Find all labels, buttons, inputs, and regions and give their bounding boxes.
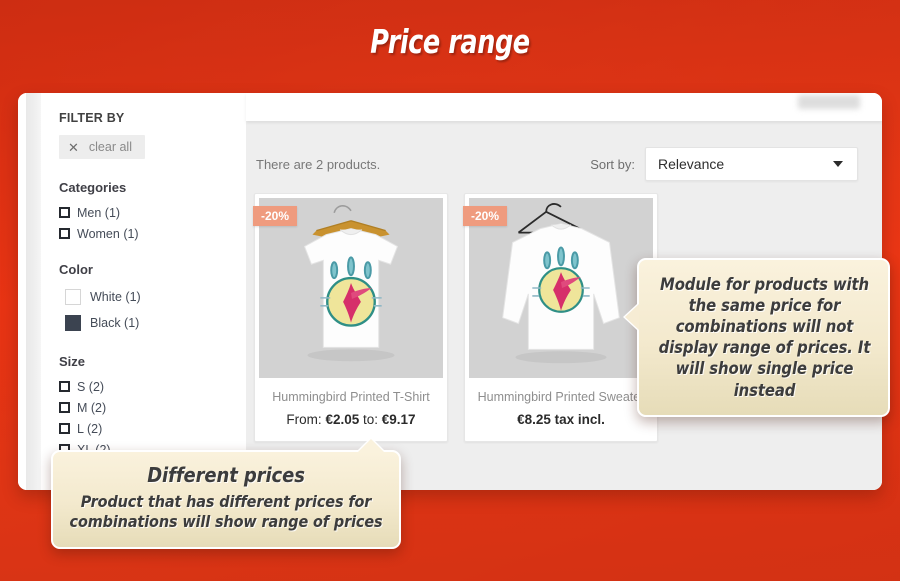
panel-left-edge xyxy=(18,93,26,490)
price-to: €9.17 xyxy=(381,412,416,427)
facet-title-categories: Categories xyxy=(59,180,127,195)
discount-badge: -20% xyxy=(253,206,298,226)
callout-tail-icon xyxy=(625,304,639,330)
facet-option-label: Black (1) xyxy=(90,316,140,330)
color-swatch-white-icon[interactable] xyxy=(65,289,81,305)
facet-option-label: M (2) xyxy=(77,400,107,415)
callout-text: Module for products with the same price … xyxy=(658,275,871,400)
price-from: €8.25 xyxy=(517,412,551,427)
callout-title: Different prices xyxy=(147,463,305,487)
facet-option-women[interactable]: Women (1) xyxy=(59,223,232,244)
facet-option-label: Men (1) xyxy=(77,205,121,220)
checkbox-icon[interactable] xyxy=(59,402,70,413)
page-title: Price range xyxy=(370,22,530,61)
price-middle: tax incl. xyxy=(554,412,605,427)
product-count: There are 2 products. xyxy=(256,156,381,172)
callout-single-price: Module for products with the same price … xyxy=(625,258,890,417)
product-title[interactable]: Hummingbird Printed Sweater xyxy=(471,390,651,404)
sort-by-label: Sort by: xyxy=(590,156,635,172)
facet-option-label: White (1) xyxy=(90,290,141,304)
callout-text: Product that has different prices for co… xyxy=(69,491,383,532)
facet-option-s[interactable]: S (2) xyxy=(59,376,232,397)
callout-tail-icon xyxy=(358,439,384,452)
price-from: €2.05 xyxy=(325,412,360,427)
facet-option-label: L (2) xyxy=(77,421,103,436)
sort-by-select[interactable]: Relevance xyxy=(645,147,858,181)
filter-by-heading: FILTER BY xyxy=(59,111,125,125)
facet-title-color: Color xyxy=(59,262,93,277)
facet-title-size: Size xyxy=(59,354,86,369)
facet-option-l[interactable]: L (2) xyxy=(59,418,232,439)
callout-different-prices: Different prices Product that has differ… xyxy=(51,439,401,549)
facet-option-label: Women (1) xyxy=(77,226,139,241)
price-middle: to: xyxy=(363,412,379,427)
chevron-down-icon xyxy=(833,161,843,167)
clear-all-button[interactable]: ✕ clear all xyxy=(59,135,145,159)
facet-option-label: S (2) xyxy=(77,379,105,394)
facet-option-white[interactable]: White (1) xyxy=(59,284,232,310)
price-prefix: From: xyxy=(286,412,322,427)
facet-option-black[interactable]: Black (1) xyxy=(59,310,232,336)
checkbox-icon[interactable] xyxy=(59,381,70,392)
facet-option-m[interactable]: M (2) xyxy=(59,397,232,418)
listing-top-bar xyxy=(246,93,882,121)
product-price: €8.25 tax incl. xyxy=(471,412,651,427)
close-icon: ✕ xyxy=(68,139,79,155)
product-title[interactable]: Hummingbird Printed T-Shirt xyxy=(261,390,441,404)
checkbox-icon[interactable] xyxy=(59,423,70,434)
color-swatch-black-icon[interactable] xyxy=(65,315,81,331)
scrollbar-gutter[interactable] xyxy=(26,93,41,490)
clear-all-label: clear all xyxy=(88,140,132,154)
checkbox-icon[interactable] xyxy=(59,207,70,218)
filter-sidebar: FILTER BY ✕ clear all Categories Men (1)… xyxy=(41,93,246,490)
blurred-control[interactable] xyxy=(798,95,860,109)
discount-badge: -20% xyxy=(463,206,508,226)
product-price: From: €2.05 to: €9.17 xyxy=(261,412,441,427)
product-card[interactable]: -20% xyxy=(253,193,448,442)
listing-toolbar: There are 2 products. Sort by: Relevance xyxy=(246,141,882,187)
sort-by-value: Relevance xyxy=(658,156,725,172)
facet-option-men[interactable]: Men (1) xyxy=(59,202,232,223)
checkbox-icon[interactable] xyxy=(59,228,70,239)
product-grid: -20% Hummingbird Printed T-Shirt From: €… xyxy=(253,193,658,442)
